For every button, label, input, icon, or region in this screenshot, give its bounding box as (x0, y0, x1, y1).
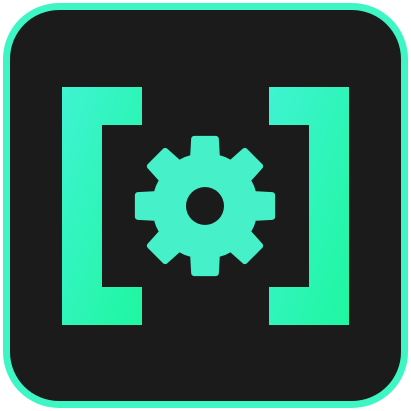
gear-hole (186, 187, 224, 225)
app-icon[interactable] (0, 0, 411, 411)
gear-icon (134, 135, 276, 277)
